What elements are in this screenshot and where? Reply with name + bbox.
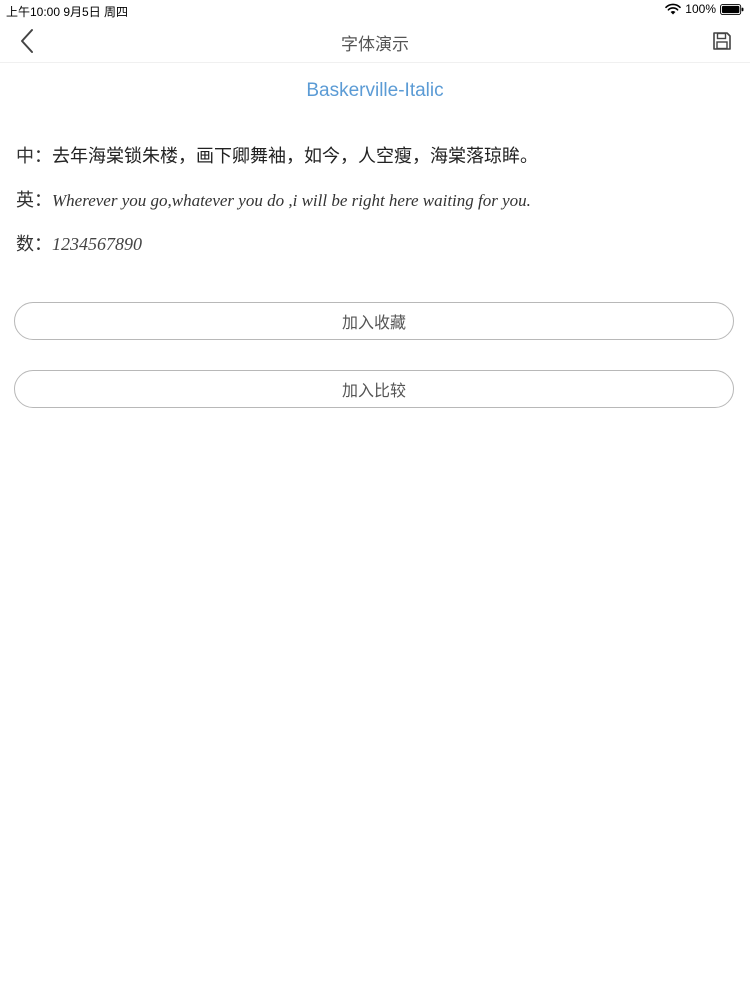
chinese-label: 中： <box>16 146 52 167</box>
chinese-sample-row: 中： 去年海棠锁朱楼，画下卿舞袖，如今，人空瘦，海棠落琼眸。 <box>16 142 538 168</box>
battery-percent: 100% <box>685 2 716 16</box>
status-right: 100% <box>665 2 744 16</box>
nav-title: 字体演示 <box>341 35 409 55</box>
save-button[interactable] <box>710 29 734 53</box>
add-to-compare-button[interactable]: 加入比较 <box>14 370 734 408</box>
digits-sample-row: 数： 1234567890 <box>16 230 142 256</box>
wifi-icon <box>665 3 682 15</box>
battery-icon <box>720 3 744 15</box>
english-sample-text: Wherever you go,whatever you do ,i will … <box>52 191 531 210</box>
status-time: 上午10:00 9月5日 周四 <box>6 5 129 19</box>
status-bar: 上午10:00 9月5日 周四 100% <box>0 0 750 20</box>
navigation-bar: 字体演示 <box>0 20 750 63</box>
digits-sample-text: 1234567890 <box>52 234 142 254</box>
floppy-disk-icon <box>713 32 731 50</box>
font-demo-page: 上午10:00 9月5日 周四 100% 字体演示 Baskerville-It… <box>0 0 750 1000</box>
add-to-favorites-button[interactable]: 加入收藏 <box>14 302 734 340</box>
english-label: 英： <box>16 190 52 211</box>
font-name-title: Baskerville-Italic <box>306 80 444 101</box>
english-sample-row: 英： Wherever you go,whatever you do ,i wi… <box>16 186 531 212</box>
digits-label: 数： <box>16 234 52 255</box>
chinese-sample-text: 去年海棠锁朱楼，画下卿舞袖，如今，人空瘦，海棠落琼眸。 <box>52 146 538 167</box>
